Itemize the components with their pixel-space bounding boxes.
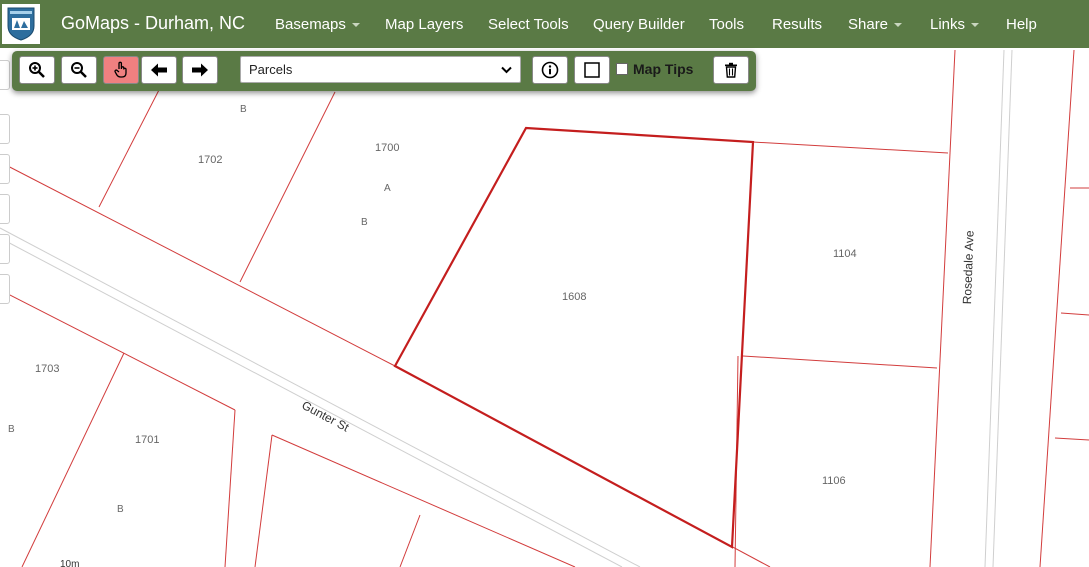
map-tips-checkbox[interactable] (616, 63, 628, 75)
rosedale-ave-road-line (984, 49, 1005, 567)
selected-parcel-outline[interactable] (393, 126, 755, 549)
map-side-control[interactable] (0, 274, 10, 304)
map-tips-label[interactable]: Map Tips (633, 61, 693, 77)
menu-links-label: Links (930, 16, 966, 33)
menu-tools-label: Tools (709, 16, 745, 33)
zoom-in-button[interactable] (19, 56, 55, 84)
sub-lot-label: B (117, 504, 124, 515)
hand-pointer-icon (114, 61, 127, 78)
zoom-out-icon (71, 62, 87, 78)
chevron-down-icon (351, 23, 360, 28)
rosedale-ave-road-line (992, 49, 1013, 567)
map-side-control[interactable] (0, 234, 10, 264)
sub-lot-label: A (384, 183, 391, 194)
trash-icon (725, 62, 737, 78)
map-side-control[interactable] (0, 194, 10, 224)
menu-query-builder[interactable]: Query Builder (593, 16, 685, 33)
top-navbar: GoMaps - Durham, NC Basemaps Map Layers … (0, 0, 1089, 48)
map-canvas[interactable]: 1702 1700 1608 1104 1106 1703 1701 B A B… (0, 48, 1089, 567)
select-rectangle-button[interactable] (574, 56, 610, 84)
street-label-rosedale: Rosedale Ave (960, 230, 977, 305)
scale-bar-label: 10m (60, 559, 80, 567)
identify-button[interactable] (532, 56, 568, 84)
parcel-boundaries (0, 49, 1089, 567)
parcel-label: 1104 (833, 248, 857, 260)
arrow-left-icon (151, 63, 167, 77)
menu-map-layers[interactable]: Map Layers (385, 16, 463, 33)
zoom-in-icon (29, 62, 45, 78)
parcel-map-drawing (0, 49, 1089, 567)
chevron-down-icon (501, 66, 512, 74)
map-side-control[interactable] (0, 114, 10, 144)
menu-tools[interactable]: Tools (709, 16, 744, 33)
map-side-control[interactable] (0, 60, 10, 90)
parcel-label: 1106 (822, 475, 846, 487)
next-extent-button[interactable] (182, 56, 218, 84)
menu-select-tools-label: Select Tools (488, 16, 569, 33)
chevron-down-icon (971, 23, 980, 28)
previous-extent-button[interactable] (141, 56, 177, 84)
menu-share-label: Share (848, 16, 889, 33)
parcel-label: 1701 (135, 434, 160, 446)
parcel-label: 1700 (375, 142, 400, 154)
layer-select-value: Parcels (249, 62, 293, 77)
menu-basemaps[interactable]: Basemaps (275, 16, 360, 33)
app-title[interactable]: GoMaps - Durham, NC (61, 13, 245, 34)
map-toolbar: Parcels Map Tips (12, 51, 756, 91)
rectangle-select-icon (584, 62, 600, 78)
layer-select[interactable]: Parcels (240, 56, 521, 83)
parcel-label: 1608 (562, 291, 587, 303)
menu-query-builder-label: Query Builder (593, 16, 685, 33)
parcel-label: 1703 (35, 363, 60, 375)
menu-help[interactable]: Help (1006, 16, 1037, 33)
sub-lot-label: B (361, 217, 368, 228)
menu-map-layers-label: Map Layers (385, 16, 464, 33)
chevron-down-icon (894, 23, 903, 28)
info-circle-icon (541, 61, 559, 79)
sub-lot-label: B (8, 424, 15, 435)
parcel-label: 1702 (198, 154, 223, 166)
arrow-right-icon (192, 63, 208, 77)
menu-share[interactable]: Share (848, 16, 903, 33)
menu-links[interactable]: Links (930, 16, 980, 33)
menu-help-label: Help (1006, 16, 1037, 33)
menu-select-tools[interactable]: Select Tools (488, 16, 569, 33)
menu-results-label: Results (772, 16, 823, 33)
sub-lot-label: B (240, 104, 247, 115)
map-side-control[interactable] (0, 154, 10, 184)
gunter-st-road-line (0, 227, 641, 567)
zoom-out-button[interactable] (61, 56, 97, 84)
pan-button[interactable] (103, 56, 139, 84)
menu-basemaps-label: Basemaps (275, 16, 346, 33)
clear-selection-button[interactable] (713, 56, 749, 84)
city-logo-icon[interactable] (2, 4, 40, 44)
menu-results[interactable]: Results (772, 16, 822, 33)
